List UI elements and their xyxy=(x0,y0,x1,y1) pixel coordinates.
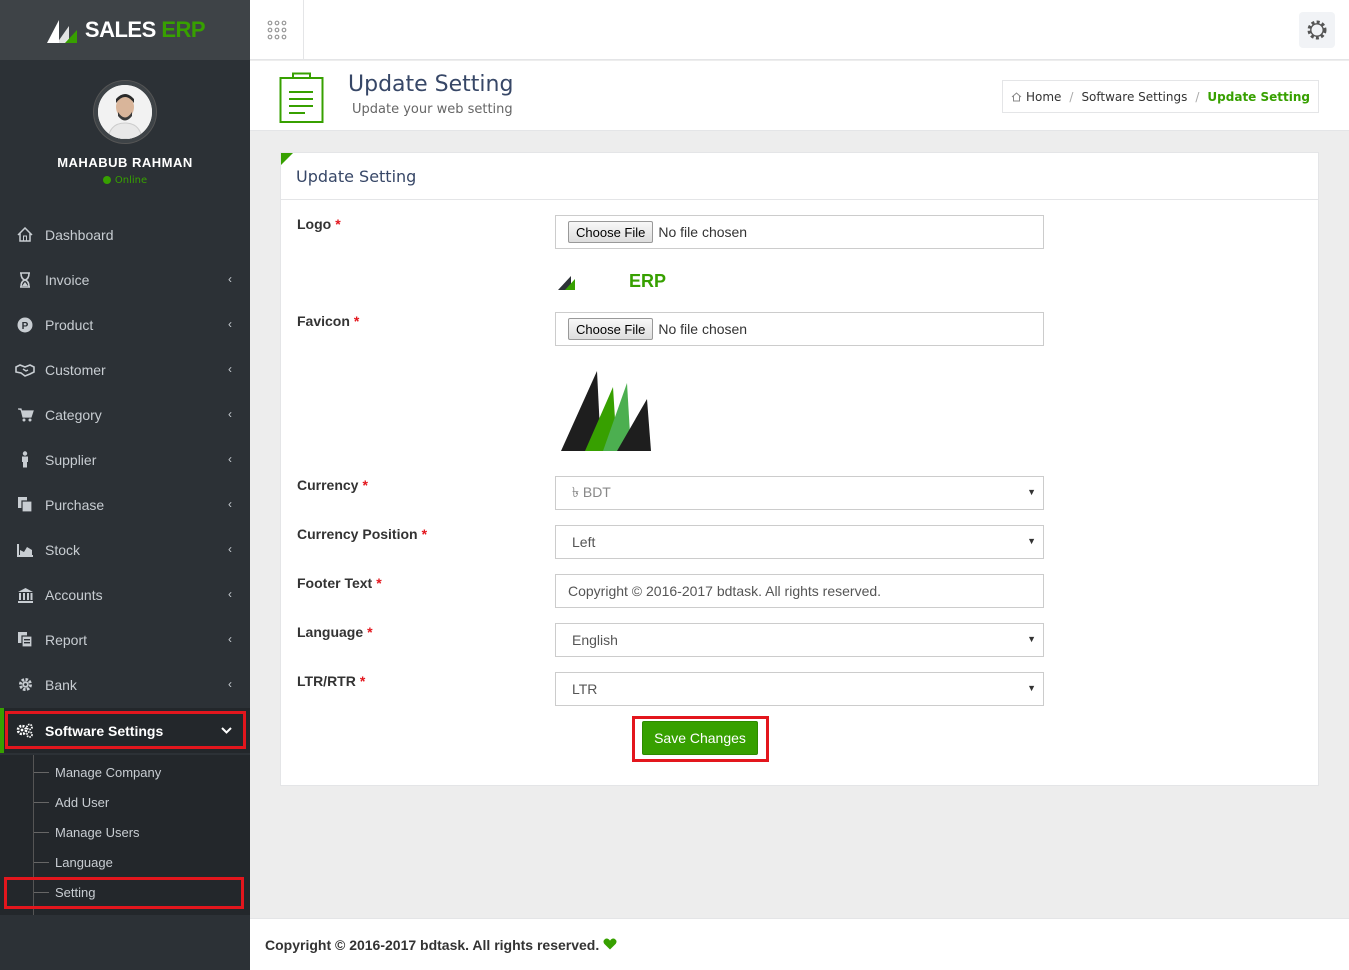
favicon-preview xyxy=(557,365,657,455)
chevron-left-icon: ‹ xyxy=(228,452,232,466)
sidebar-item-dashboard[interactable]: Dashboard xyxy=(0,212,250,257)
settings-button[interactable] xyxy=(1299,12,1335,48)
submenu-item-manage-users[interactable]: Manage Users xyxy=(0,817,250,847)
user-profile: MAHABUB RAHMAN Online xyxy=(0,60,250,215)
clipboard-icon xyxy=(279,72,325,128)
submenu-item-add-user[interactable]: Add User xyxy=(0,787,250,817)
online-status: Online xyxy=(0,175,250,186)
logo-choose-file-button[interactable]: Choose File xyxy=(568,221,654,243)
currency-position-select[interactable]: Left ▼ xyxy=(555,525,1044,559)
dropdown-caret-icon: ▼ xyxy=(1027,536,1036,546)
svg-text:P: P xyxy=(22,321,29,332)
heart-icon xyxy=(603,937,617,953)
chart-icon xyxy=(14,543,36,557)
chevron-left-icon: ‹ xyxy=(228,272,232,286)
gear-icon xyxy=(14,677,36,692)
direction-label: LTR/RTR * xyxy=(297,673,366,689)
apps-grid-button[interactable] xyxy=(250,0,304,60)
logo-preview-text: ERP xyxy=(629,271,667,291)
favicon-label: Favicon * xyxy=(297,313,360,329)
sidebar-item-report[interactable]: Report ‹ xyxy=(0,617,250,662)
favicon-preview-icon xyxy=(561,371,651,451)
active-indicator xyxy=(0,708,4,753)
sidebar-item-accounts[interactable]: Accounts ‹ xyxy=(0,572,250,617)
footer-text-label: Footer Text * xyxy=(297,575,382,591)
chevron-left-icon: ‹ xyxy=(228,632,232,646)
profile-name: MAHABUB RAHMAN xyxy=(57,155,193,170)
breadcrumb-home[interactable]: Home xyxy=(1026,90,1061,104)
sidebar-item-product[interactable]: P Product ‹ xyxy=(0,302,250,347)
logo-file-status: No file chosen xyxy=(658,224,748,240)
hourglass-icon xyxy=(14,271,36,288)
submenu-item-language[interactable]: Language xyxy=(0,847,250,877)
dropdown-caret-icon: ▼ xyxy=(1027,487,1036,497)
currency-select[interactable]: ৳ BDT ▼ xyxy=(555,476,1044,510)
grid-dots-icon xyxy=(267,20,286,40)
panel-title: Update Setting xyxy=(281,153,1318,200)
sidebar-item-purchase[interactable]: Purchase ‹ xyxy=(0,482,250,527)
panel-corner-accent xyxy=(281,153,293,165)
copy-icon xyxy=(14,496,36,513)
currency-label: Currency * xyxy=(297,477,368,493)
chevron-left-icon: ‹ xyxy=(228,317,232,331)
chevron-left-icon: ‹ xyxy=(228,497,232,511)
bank-icon xyxy=(14,587,36,603)
dropdown-caret-icon: ▼ xyxy=(1027,683,1036,693)
sidebar-item-bank[interactable]: Bank ‹ xyxy=(0,662,250,707)
settings-gear-icon xyxy=(1307,20,1327,40)
sidebar-item-stock[interactable]: Stock ‹ xyxy=(0,527,250,572)
sidebar: SALES ERP MAHABUB RAHMAN Online Dashboar… xyxy=(0,0,250,970)
report-icon xyxy=(14,631,36,648)
highlight-box xyxy=(4,877,244,909)
sidebar-item-invoice[interactable]: Invoice ‹ xyxy=(0,257,250,302)
breadcrumb-home-icon xyxy=(1011,91,1022,102)
brand-name: SALES ERP xyxy=(84,17,206,42)
home-icon xyxy=(14,227,36,242)
logo-mark-icon xyxy=(46,20,77,43)
language-label: Language * xyxy=(297,624,373,640)
dropdown-caret-icon: ▼ xyxy=(1027,634,1036,644)
handshake-icon xyxy=(14,363,36,377)
page-title: Update Setting xyxy=(348,72,514,97)
page-header: Update Setting Update your web setting H… xyxy=(250,61,1349,131)
sidebar-item-supplier[interactable]: Supplier ‹ xyxy=(0,437,250,482)
language-select[interactable]: English ▼ xyxy=(555,623,1044,657)
cart-icon xyxy=(14,407,36,422)
page-footer: Copyright © 2016-2017 bdtask. All rights… xyxy=(250,918,1349,970)
logo-preview: ERP xyxy=(557,271,667,295)
favicon-file-status: No file chosen xyxy=(658,321,748,337)
logo-label: Logo * xyxy=(297,216,341,232)
sidebar-item-customer[interactable]: Customer ‹ xyxy=(0,347,250,392)
sidebar-item-category[interactable]: Category ‹ xyxy=(0,392,250,437)
highlight-box xyxy=(5,711,246,749)
brand-logo[interactable]: SALES ERP xyxy=(0,0,250,60)
logo-file-input[interactable]: Choose File No file chosen xyxy=(555,215,1044,249)
breadcrumb-current: Update Setting xyxy=(1207,89,1310,104)
logo-preview-icon xyxy=(558,276,575,290)
direction-select[interactable]: LTR ▼ xyxy=(555,672,1044,706)
chevron-left-icon: ‹ xyxy=(228,407,232,421)
highlight-box xyxy=(632,716,769,762)
favicon-choose-file-button[interactable]: Choose File xyxy=(568,318,654,340)
footer-text: Copyright © 2016-2017 bdtask. All rights… xyxy=(265,936,600,953)
settings-panel: Update Setting Logo * Choose File No file… xyxy=(280,152,1319,786)
favicon-file-input[interactable]: Choose File No file chosen xyxy=(555,312,1044,346)
currency-position-label: Currency Position * xyxy=(297,526,428,542)
breadcrumb-software-settings[interactable]: Software Settings xyxy=(1081,90,1187,104)
product-p-icon: P xyxy=(14,317,36,333)
chevron-left-icon: ‹ xyxy=(228,542,232,556)
breadcrumb: Home / Software Settings / Update Settin… xyxy=(1001,80,1319,113)
submenu-item-manage-company[interactable]: Manage Company xyxy=(0,757,250,787)
chevron-left-icon: ‹ xyxy=(228,677,232,691)
chevron-left-icon: ‹ xyxy=(228,587,232,601)
top-header xyxy=(250,0,1349,60)
avatar[interactable] xyxy=(94,81,156,143)
person-icon xyxy=(14,451,36,468)
chevron-left-icon: ‹ xyxy=(228,362,232,376)
status-dot-icon xyxy=(102,176,111,184)
page-subtitle: Update your web setting xyxy=(352,102,513,117)
footer-text-input[interactable]: Copyright © 2016-2017 bdtask. All rights… xyxy=(555,574,1044,608)
